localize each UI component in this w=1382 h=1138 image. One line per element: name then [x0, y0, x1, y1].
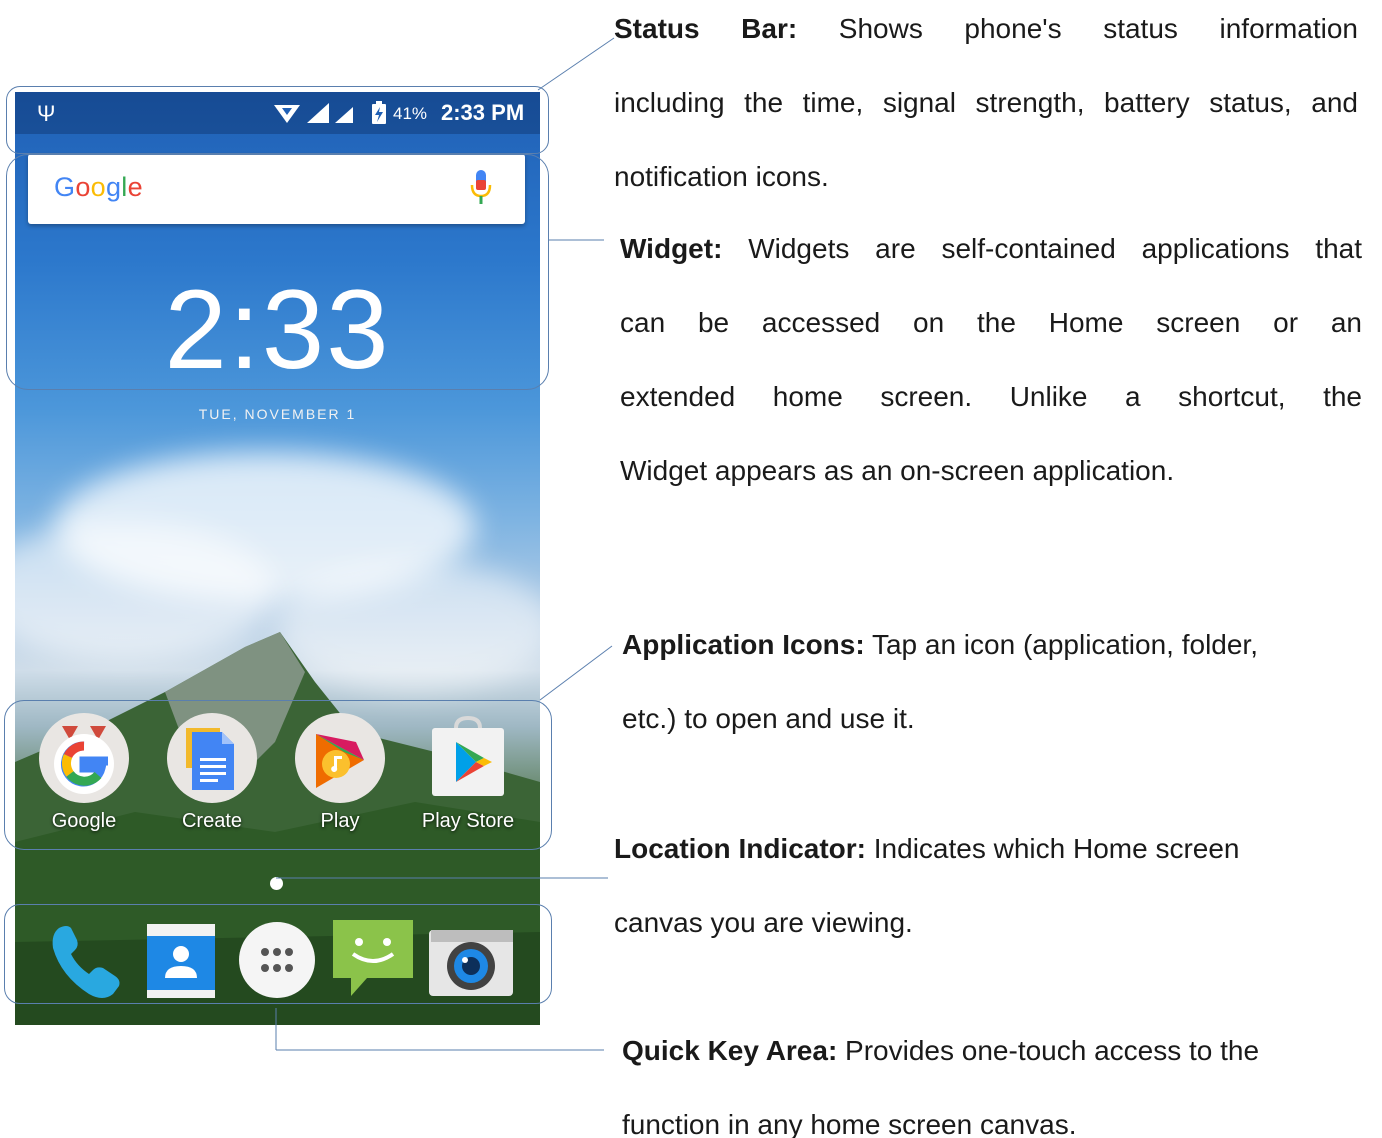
widget-description: Widget: Widgets are self-contained appli…: [620, 212, 1362, 508]
callout-text: Indicates which Home screen: [866, 833, 1240, 864]
widget-highlight: [6, 154, 549, 390]
callout-text: can be accessed on the Home screen or an: [620, 307, 1362, 338]
callout-text: Shows phone's status information: [797, 13, 1359, 44]
callout-text: function in any home screen canvas.: [622, 1109, 1077, 1138]
application-icons-description: Application Icons: Tap an icon (applicat…: [622, 608, 1362, 756]
callout-text: notification icons.: [614, 161, 829, 192]
callout-text: canvas you are viewing.: [614, 907, 913, 938]
callout-title: Application Icons:: [622, 629, 865, 660]
callout-title: Quick Key Area:: [622, 1035, 838, 1066]
location-indicator-dot: [270, 877, 283, 890]
application-icons-highlight: [4, 700, 552, 850]
callout-text: Widgets are self-contained applications …: [722, 233, 1362, 264]
callout-title: Status Bar:: [614, 13, 798, 44]
callout-text: Tap an icon (application, folder,: [864, 629, 1258, 660]
callout-text: etc.) to open and use it.: [622, 703, 915, 734]
callout-title: Widget:: [620, 233, 723, 264]
location-indicator-description: Location Indicator: Indicates which Home…: [614, 812, 1362, 960]
status-bar-description: Status Bar: Shows phone's status informa…: [614, 0, 1358, 214]
callout-text: Provides one-touch access to the: [837, 1035, 1260, 1066]
callout-text: extended home screen. Unlike a shortcut,…: [620, 381, 1362, 412]
quick-key-area-description: Quick Key Area: Provides one-touch acces…: [622, 1014, 1362, 1138]
quick-key-area-highlight: [4, 904, 552, 1004]
callout-title: Location Indicator:: [614, 833, 866, 864]
callout-text: Widget appears as an on-screen applicati…: [620, 455, 1175, 486]
callout-text: including the time, signal strength, bat…: [614, 87, 1358, 118]
status-bar-highlight: [6, 86, 549, 154]
clock-widget-date: TUE, NOVEMBER 1: [198, 406, 357, 422]
